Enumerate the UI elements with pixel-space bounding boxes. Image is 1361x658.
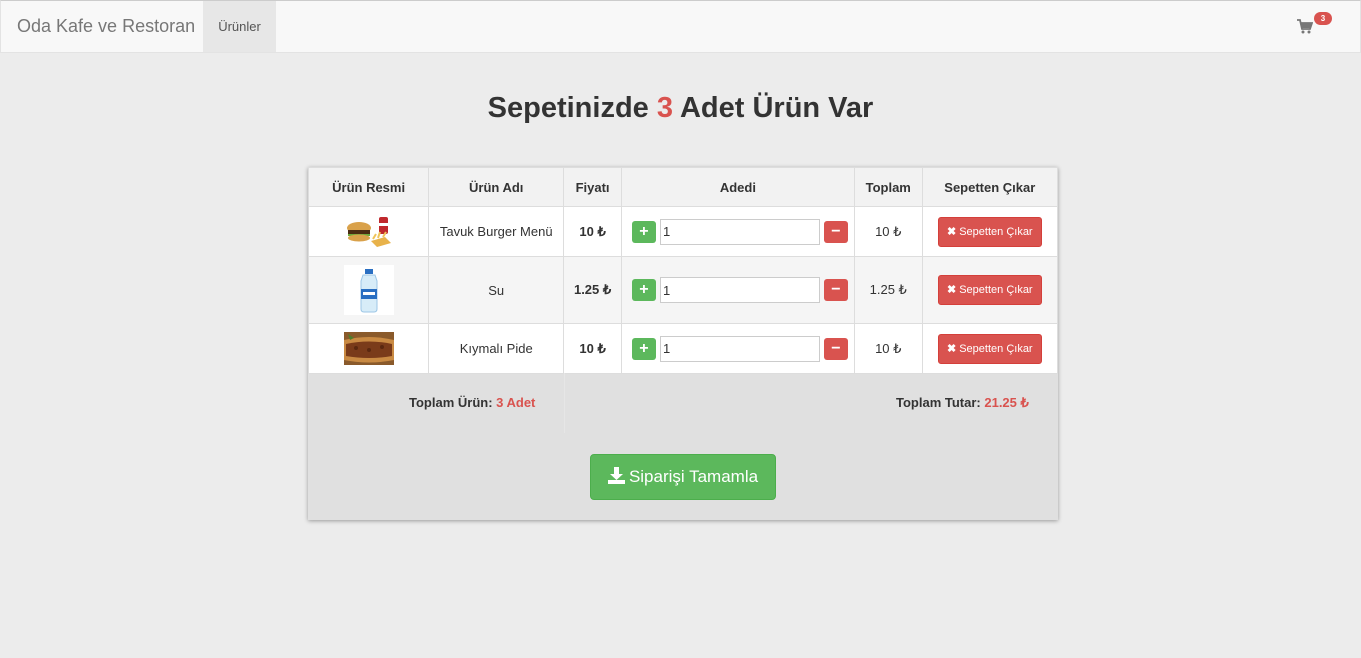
- total-items-value: 3 Adet: [496, 395, 536, 410]
- product-price: 10 ₺: [563, 206, 622, 257]
- product-image-cell: [307, 206, 430, 257]
- remove-label: Sepetten Çıkar: [959, 284, 1033, 296]
- remove-cell: ✖ Sepetten Çıkar: [921, 323, 1059, 374]
- cart-count-badge: 3: [1314, 12, 1332, 25]
- remove-from-cart-button[interactable]: ✖ Sepetten Çıkar: [938, 275, 1042, 305]
- page-title: Sepetinizde 3 Adet Ürün Var: [0, 92, 1361, 125]
- row-total: 10 ₺: [853, 323, 923, 374]
- remove-from-cart-button[interactable]: ✖ Sepetten Çıkar: [938, 216, 1042, 247]
- row-total: 1.25 ₺: [853, 256, 923, 324]
- title-prefix: Sepetinizde: [487, 92, 657, 124]
- burger-menu-image: [344, 214, 393, 249]
- product-image-cell: [307, 323, 430, 374]
- cart-panel: Ürün Resmi Ürün Adı Fiyatı Adedi Toplam …: [307, 167, 1059, 520]
- nav-link-products[interactable]: Ürünler: [203, 1, 276, 52]
- header-total: Toplam: [853, 167, 923, 207]
- close-icon: ✖: [947, 225, 957, 238]
- product-image-cell: [307, 256, 430, 324]
- header-price: Fiyatı: [563, 167, 622, 207]
- table-row: Tavuk Burger Menü 10 ₺ + − 10 ₺ ✖Sepette…: [307, 206, 1059, 257]
- total-price-value: 21.25 ₺: [984, 395, 1029, 410]
- water-bottle-image: [343, 265, 394, 315]
- quantity-input[interactable]: [659, 277, 820, 303]
- remove-label: Sepetten Çıkar: [959, 342, 1033, 355]
- remove-cell: ✖ Sepetten Çıkar: [921, 256, 1059, 324]
- row-total: 10 ₺: [853, 206, 923, 257]
- close-icon: ✖: [947, 284, 957, 296]
- complete-order-button[interactable]: Siparişi Tamamla: [590, 454, 776, 500]
- total-price-summary: Toplam Tutar: 21.25 ₺: [896, 395, 1029, 411]
- pide-image: [343, 332, 394, 365]
- quantity-cell: + −: [620, 256, 855, 324]
- shopping-cart-icon: [1297, 19, 1313, 34]
- table-row: Su 1.25 ₺ + − 1.25 ₺ ✖Sepetten Çıkar: [307, 256, 1059, 324]
- cart-table: Ürün Resmi Ürün Adı Fiyatı Adedi Toplam …: [307, 167, 1059, 374]
- download-icon: [607, 467, 625, 484]
- header-image: Ürün Resmi: [307, 167, 430, 207]
- close-icon: ✖: [947, 342, 957, 355]
- header-name: Ürün Adı: [428, 167, 565, 207]
- total-price-label: Toplam Tutar:: [896, 395, 985, 410]
- table-row: Kıymalı Pide 10 ₺ + − 10 ₺ ✖Sepetten Çık…: [307, 323, 1059, 374]
- title-suffix: Adet Ürün Var: [672, 92, 874, 124]
- decrease-quantity-button[interactable]: −: [823, 220, 848, 243]
- quantity-cell: + −: [620, 323, 855, 374]
- total-items-summary: Toplam Ürün: 3 Adet: [409, 395, 535, 410]
- increase-quantity-button[interactable]: +: [631, 279, 656, 301]
- header-quantity: Adedi: [620, 167, 855, 207]
- remove-cell: ✖ Sepetten Çıkar: [921, 206, 1059, 257]
- product-name: Su: [428, 256, 565, 324]
- total-items-label: Toplam Ürün:: [409, 395, 497, 410]
- quantity-input[interactable]: [659, 335, 820, 362]
- product-price: 10 ₺: [563, 323, 622, 374]
- remove-label: Sepetten Çıkar: [959, 225, 1033, 238]
- product-name: Kıymalı Pide: [428, 323, 565, 374]
- quantity-input[interactable]: [659, 218, 820, 245]
- increase-quantity-button[interactable]: +: [631, 337, 656, 360]
- complete-order-label: Siparişi Tamamla: [628, 467, 759, 486]
- decrease-quantity-button[interactable]: −: [823, 337, 848, 360]
- product-price: 1.25 ₺: [563, 256, 622, 324]
- product-name: Tavuk Burger Menü: [428, 206, 565, 257]
- header-remove: Sepetten Çıkar: [921, 167, 1059, 207]
- summary-divider: [564, 373, 565, 433]
- title-count: 3: [656, 92, 673, 124]
- brand-link[interactable]: Oda Kafe ve Restoran: [17, 1, 195, 52]
- quantity-cell: + −: [620, 206, 855, 257]
- increase-quantity-button[interactable]: +: [631, 220, 656, 243]
- cart-button[interactable]: 3: [1297, 12, 1337, 38]
- navbar: Oda Kafe ve Restoran Ürünler 3: [0, 0, 1361, 53]
- remove-from-cart-button[interactable]: ✖ Sepetten Çıkar: [938, 333, 1042, 364]
- decrease-quantity-button[interactable]: −: [823, 279, 848, 301]
